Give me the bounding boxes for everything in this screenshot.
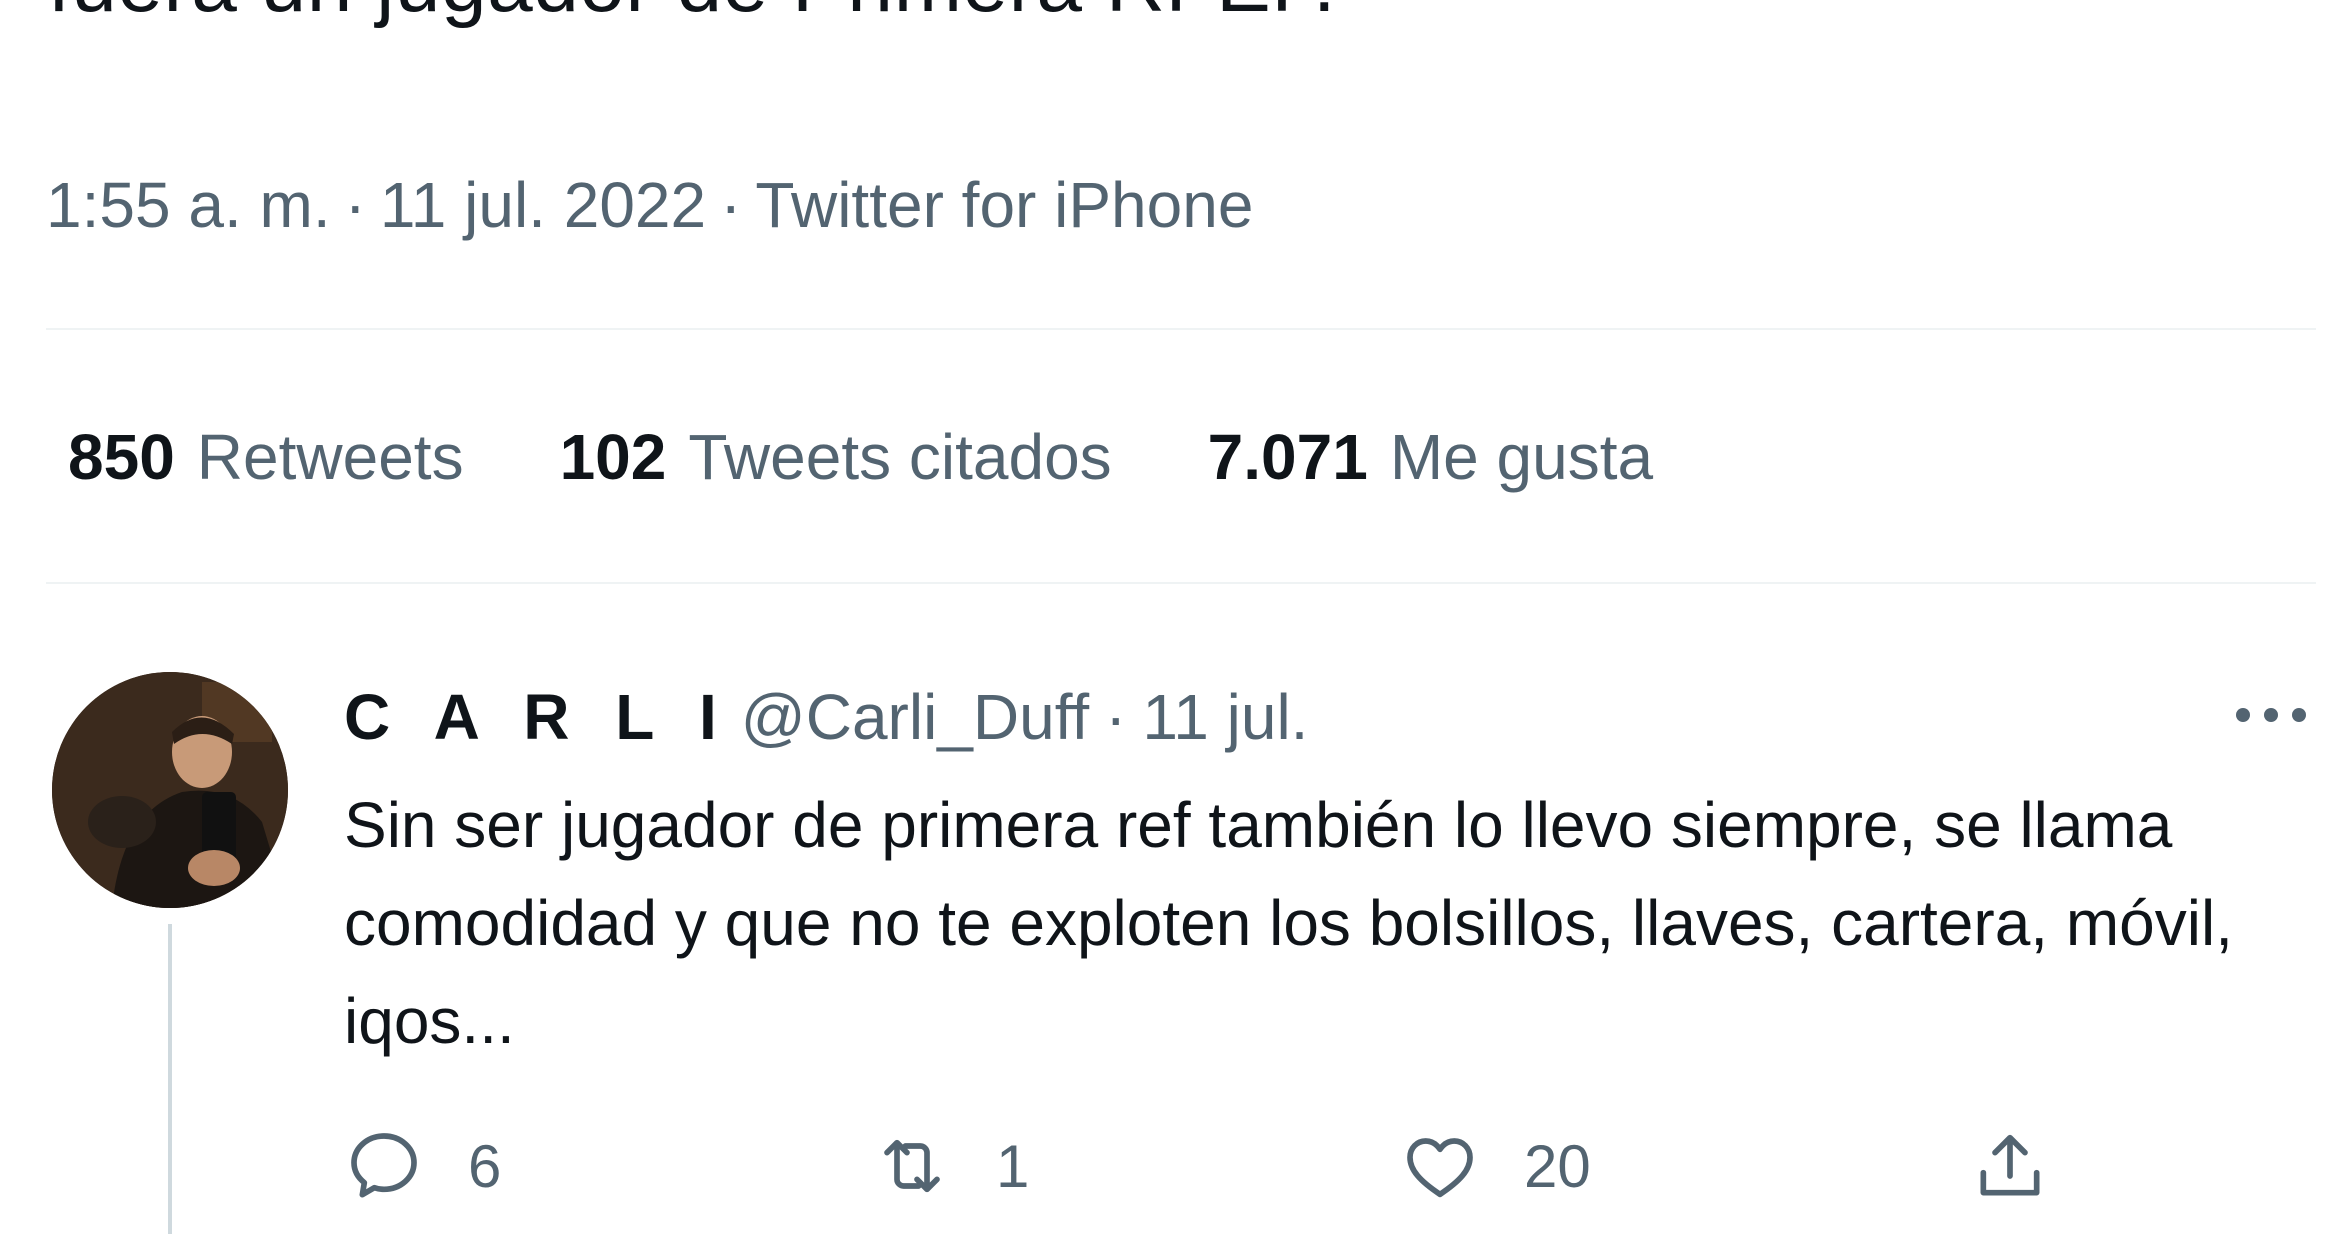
tweet-stats: 850 Retweets 102 Tweets citados 7.071 Me… bbox=[68, 420, 1749, 494]
share-button[interactable] bbox=[1970, 1126, 2050, 1206]
like-count: 20 bbox=[1524, 1132, 1591, 1200]
reply-text: Sin ser jugador de primera ref también l… bbox=[344, 789, 2233, 1057]
heart-icon bbox=[1407, 1138, 1473, 1198]
meta-separator: · bbox=[720, 169, 742, 241]
quote-tweets-label: Tweets citados bbox=[688, 421, 1112, 493]
tweet-meta: 1:55 a. m. · 11 jul. 2022 · Twitter for iPho… bbox=[46, 168, 1253, 242]
tweet-date[interactable]: 11 jul. 2022 bbox=[380, 169, 706, 241]
tweet-text: fuera un jugador de Primera RFEF. bbox=[48, 0, 1336, 34]
reply-actions: 6 1 20 bbox=[0, 1126, 2350, 1216]
more-dot bbox=[2236, 708, 2250, 722]
likes-stat[interactable]: 7.071 Me gusta bbox=[1208, 420, 1653, 494]
tweet-time[interactable]: 1:55 a. m. bbox=[46, 169, 331, 241]
more-dot bbox=[2292, 708, 2306, 722]
reply-header: C A R L I @Carli_Duff · 11 jul. bbox=[344, 680, 1308, 754]
retweets-label: Retweets bbox=[196, 421, 464, 493]
avatar[interactable] bbox=[52, 672, 288, 908]
quote-tweets-count: 102 bbox=[559, 421, 667, 493]
retweets-count: 850 bbox=[68, 421, 175, 493]
likes-label: Me gusta bbox=[1389, 421, 1654, 493]
reply-count: 6 bbox=[468, 1132, 502, 1200]
quote-tweets-stat[interactable]: 102 Tweets citados bbox=[560, 420, 1112, 494]
more-options-icon[interactable] bbox=[2236, 700, 2306, 730]
reply-author-name[interactable]: C A R L I bbox=[344, 680, 731, 754]
reply-button[interactable]: 6 bbox=[344, 1126, 501, 1206]
retweet-icon bbox=[884, 1139, 940, 1193]
retweet-count: 1 bbox=[996, 1132, 1030, 1200]
like-button[interactable]: 20 bbox=[1400, 1126, 1591, 1206]
header-separator: · bbox=[1105, 681, 1127, 753]
retweets-stat[interactable]: 850 Retweets bbox=[68, 420, 464, 494]
reply-author-handle[interactable]: @Carli_Duff bbox=[741, 680, 1089, 754]
avatar-photo bbox=[52, 672, 288, 908]
meta-separator: · bbox=[344, 169, 366, 241]
retweet-button[interactable]: 1 bbox=[872, 1126, 1029, 1206]
divider bbox=[46, 582, 2316, 584]
likes-count: 7.071 bbox=[1207, 421, 1368, 493]
share-icon bbox=[1980, 1134, 2040, 1196]
reply-time[interactable]: 11 jul. bbox=[1142, 680, 1308, 754]
reply-icon bbox=[351, 1133, 417, 1198]
more-dot bbox=[2264, 708, 2278, 722]
divider bbox=[46, 328, 2316, 330]
tweet-source[interactable]: Twitter for iPhone bbox=[755, 169, 1253, 241]
